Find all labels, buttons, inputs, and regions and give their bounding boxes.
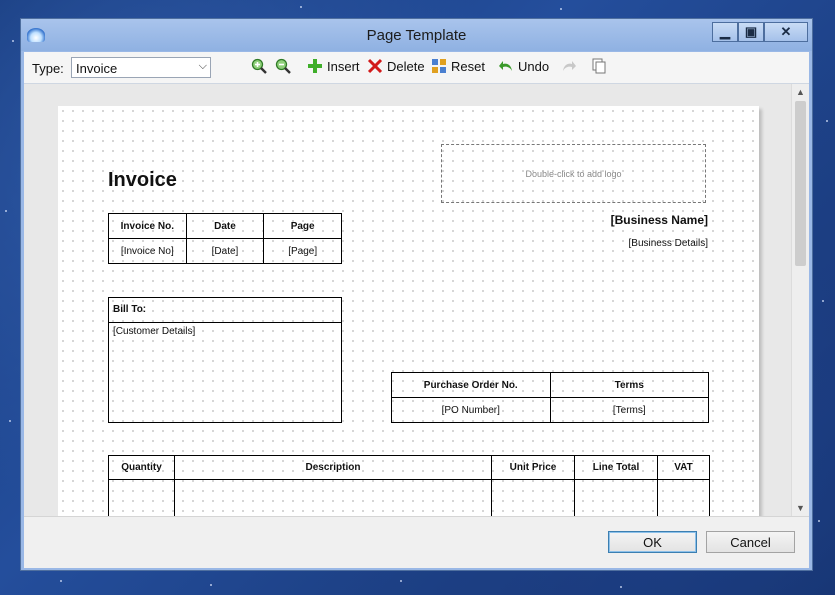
- table-header: Description: [174, 455, 492, 480]
- type-dropdown-value: Invoice: [76, 61, 118, 76]
- table-header-row: Purchase Order No. Terms: [391, 372, 709, 398]
- table-header: Date: [185, 213, 265, 239]
- table-header: Invoice No.: [108, 213, 187, 239]
- close-icon: ✕: [780, 24, 792, 39]
- table-cell: [Date]: [185, 238, 265, 264]
- table-header: Page: [263, 213, 342, 239]
- close-button[interactable]: ✕: [764, 22, 808, 42]
- delete-label: Delete: [387, 58, 425, 74]
- table-cell: [174, 479, 492, 516]
- minimize-button[interactable]: ▁: [712, 22, 738, 42]
- bill-to-label: Bill To:: [109, 298, 341, 323]
- table-header: VAT: [657, 455, 710, 480]
- line-items-table[interactable]: Quantity Description Unit Price Line Tot…: [108, 455, 710, 516]
- redo-button[interactable]: [561, 58, 577, 74]
- zoom-in-button[interactable]: [251, 58, 267, 74]
- table-row: [108, 479, 710, 516]
- toolbar: Type: Invoice ⌵ Insert Delete Reset Undo: [24, 52, 809, 84]
- template-canvas[interactable]: Invoice Double-click to add logo [Busine…: [24, 84, 791, 516]
- zoom-out-icon: [275, 58, 291, 74]
- reset-icon: [432, 59, 446, 73]
- table-header: Line Total: [574, 455, 658, 480]
- plus-icon: [308, 59, 322, 73]
- logo-hint: Double-click to add logo: [525, 168, 622, 179]
- type-label: Type:: [32, 61, 64, 76]
- table-cell: [PO Number]: [391, 397, 551, 423]
- scroll-down-icon[interactable]: ▼: [796, 503, 805, 513]
- undo-arrow-icon: [499, 61, 512, 71]
- reset-label: Reset: [451, 58, 485, 74]
- reset-button[interactable]: Reset: [431, 58, 485, 74]
- table-cell: [108, 479, 175, 516]
- zoom-out-button[interactable]: [275, 58, 291, 74]
- table-header: Quantity: [108, 455, 175, 480]
- table-cell: [Page]: [263, 238, 342, 264]
- purchase-order-table[interactable]: Purchase Order No. Terms [PO Number] [Te…: [391, 372, 709, 423]
- minimize-icon: ▁: [720, 24, 730, 39]
- insert-button[interactable]: Insert: [307, 58, 360, 74]
- table-cell: [491, 479, 575, 516]
- table-cell: [Terms]: [549, 397, 709, 423]
- ok-button[interactable]: OK: [608, 531, 697, 553]
- business-name[interactable]: [Business Name]: [611, 213, 708, 227]
- table-cell: [574, 479, 658, 516]
- delete-button[interactable]: Delete: [367, 58, 425, 74]
- page-template-dialog: Page Template ▁ ▣ ✕ Type: Invoice ⌵ Inse…: [20, 18, 813, 571]
- logo-placeholder[interactable]: Double-click to add logo: [441, 144, 706, 203]
- maximize-icon: ▣: [744, 24, 758, 39]
- delete-x-icon: [367, 58, 383, 74]
- invoice-title[interactable]: Invoice: [108, 169, 177, 192]
- scroll-up-icon[interactable]: ▲: [796, 87, 805, 97]
- undo-label: Undo: [518, 58, 550, 74]
- page-setup-button[interactable]: [591, 58, 607, 74]
- title-bar[interactable]: Page Template ▁ ▣ ✕: [21, 19, 812, 51]
- table-row: [PO Number] [Terms]: [391, 397, 709, 423]
- bill-to-value: [Customer Details]: [113, 326, 196, 337]
- table-row: [Invoice No] [Date] [Page]: [108, 238, 342, 264]
- table-cell: [Invoice No]: [108, 238, 187, 264]
- insert-label: Insert: [327, 58, 360, 74]
- zoom-in-icon: [251, 58, 267, 74]
- table-header-row: Quantity Description Unit Price Line Tot…: [108, 455, 710, 480]
- vertical-scrollbar[interactable]: ▲ ▼: [791, 84, 809, 516]
- table-header: Unit Price: [491, 455, 575, 480]
- undo-button[interactable]: Undo: [498, 58, 549, 74]
- table-header: Purchase Order No.: [391, 372, 551, 398]
- chevron-down-icon: ⌵: [198, 60, 207, 72]
- type-dropdown[interactable]: Invoice ⌵: [71, 57, 211, 78]
- page-copy-icon: [592, 58, 606, 74]
- invoice-page[interactable]: Invoice Double-click to add logo [Busine…: [58, 106, 759, 516]
- maximize-button[interactable]: ▣: [738, 22, 764, 42]
- table-header-row: Invoice No. Date Page: [108, 213, 342, 239]
- redo-arrow-icon: [563, 61, 576, 71]
- bill-to-box[interactable]: Bill To: [Customer Details]: [108, 297, 342, 423]
- cancel-button[interactable]: Cancel: [706, 531, 795, 553]
- table-cell: [657, 479, 710, 516]
- table-header: Terms: [549, 372, 709, 398]
- window-title: Page Template: [366, 27, 467, 44]
- dialog-footer: OK Cancel: [24, 516, 809, 568]
- scrollbar-thumb[interactable]: [795, 101, 806, 266]
- business-details[interactable]: [Business Details]: [629, 238, 708, 249]
- invoice-info-table[interactable]: Invoice No. Date Page [Invoice No] [Date…: [108, 213, 342, 264]
